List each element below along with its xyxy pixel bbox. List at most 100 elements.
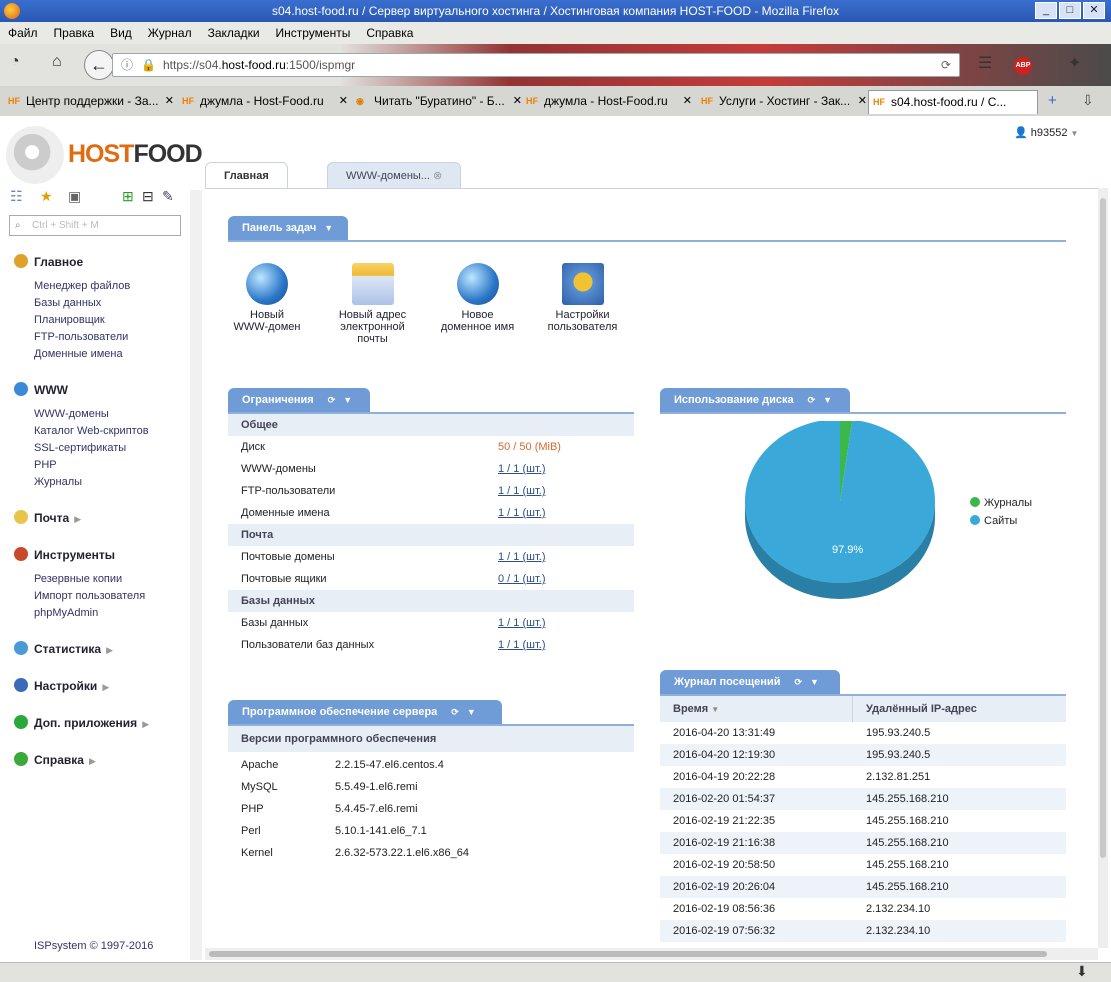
limit-value[interactable]: 1 / 1 (шт.) — [498, 546, 546, 568]
limit-value[interactable]: 0 / 1 (шт.) — [498, 568, 546, 590]
user-menu[interactable]: 👤 h93552 ▼ — [1014, 126, 1078, 139]
sidebar-group[interactable]: Статистика ▶ — [14, 641, 113, 656]
sidebar-item[interactable]: Журналы — [34, 476, 82, 488]
limit-value[interactable]: 1 / 1 (шт.) — [498, 458, 546, 480]
sidebar-item[interactable]: Доменные имена — [34, 348, 123, 360]
refresh-icon[interactable]: ⟳ — [808, 395, 816, 405]
close-tab-icon[interactable]: ✕ — [683, 90, 692, 112]
refresh-icon[interactable]: ⟳ — [451, 707, 459, 717]
table-row[interactable]: 2016-02-19 20:58:50 145.255.168.210 — [660, 854, 1066, 876]
sidebar-item[interactable]: Резервные копии — [34, 573, 122, 585]
reload-icon[interactable]: ⟳ — [941, 54, 951, 76]
pin-icon[interactable]: ✎ — [162, 188, 174, 205]
scroll-thumb[interactable] — [209, 951, 1047, 957]
tab-list-icon[interactable]: ⇩ — [1082, 92, 1094, 109]
table-row[interactable]: 2016-02-19 21:16:38 145.255.168.210 — [660, 832, 1066, 854]
dropdown-icon[interactable]: ▼ — [467, 707, 476, 717]
address-bar[interactable]: ⓘ 🔒 https://s04.host-food.ru:1500/ispmgr… — [112, 53, 960, 77]
task-globe[interactable]: Новый WWW-домен — [223, 263, 311, 333]
sidebar-group[interactable]: Почта ▶ — [14, 510, 81, 525]
close-window-button[interactable]: ✕ — [1083, 2, 1105, 19]
table-row[interactable]: 2016-02-19 07:56:32 2.132.234.10 — [660, 920, 1066, 942]
table-row[interactable]: 2016-02-20 01:54:37 145.255.168.210 — [660, 788, 1066, 810]
col-time-header[interactable]: Время ▼ — [660, 696, 853, 722]
table-row[interactable]: 2016-04-20 13:31:49 195.93.240.5 — [660, 722, 1066, 744]
disk-title[interactable]: Использование диска ⟳ ▼ — [660, 388, 850, 412]
menu-item[interactable]: Закладки — [200, 22, 268, 44]
content-scrollbar[interactable] — [1098, 188, 1108, 948]
scroll-thumb[interactable] — [1100, 198, 1106, 858]
sidebar-item[interactable]: FTP-пользователи — [34, 331, 128, 343]
download-icon[interactable]: ⬇ — [1076, 963, 1088, 980]
table-row[interactable]: 2016-02-19 20:26:04 145.255.168.210 — [660, 876, 1066, 898]
browser-tab[interactable]: HF джумла - Host-Food.ru ✕ — [522, 90, 692, 114]
limit-value[interactable]: 1 / 1 (шт.) — [498, 502, 546, 524]
table-row[interactable]: 2016-02-19 21:22:35 145.255.168.210 — [660, 810, 1066, 832]
table-row[interactable]: 2016-04-19 20:22:28 2.132.81.251 — [660, 766, 1066, 788]
expand-all-icon[interactable]: ⊞ — [122, 188, 134, 205]
browser-tab[interactable]: HF s04.host-food.ru / С... — [868, 90, 1038, 114]
tab-www-domains[interactable]: WWW-домены... ⊗ — [327, 162, 462, 188]
tab-main[interactable]: Главная — [205, 162, 288, 188]
sidebar-group[interactable]: Главное — [14, 254, 83, 269]
close-tab-icon[interactable]: ✕ — [513, 90, 522, 112]
menu-item[interactable]: Журнал — [140, 22, 200, 44]
browser-tab[interactable]: HF Центр поддержки - За... ✕ — [4, 90, 174, 114]
sidebar-item[interactable]: Базы данных — [34, 297, 101, 309]
limit-value[interactable]: 1 / 1 (шт.) — [498, 612, 546, 634]
task-globe-tag[interactable]: Новое доменное имя — [430, 263, 525, 333]
col-ip-header[interactable]: Удалённый IP-адрес — [853, 696, 1066, 722]
limits-title[interactable]: Ограничения ⟳ ▼ — [228, 388, 370, 412]
sidebar-scrollbar[interactable] — [190, 190, 202, 960]
sidebar-item[interactable]: Планировщик — [34, 314, 105, 326]
sidebar-item[interactable]: phpMyAdmin — [34, 607, 98, 619]
menu-item[interactable]: Вид — [102, 22, 140, 44]
sidebar-group[interactable]: Настройки ▶ — [14, 678, 109, 693]
browser-tab[interactable]: ◉ Читать "Буратино" - Б... ✕ — [352, 90, 522, 114]
sidebar-group[interactable]: Справка ▶ — [14, 752, 96, 767]
sidebar-item[interactable]: Каталог Web-скриптов — [34, 425, 149, 437]
hamburger-menu-icon[interactable]: ☰ — [978, 53, 992, 73]
dropdown-icon[interactable]: ▼ — [823, 395, 832, 405]
task-mail[interactable]: Новый адрес электронной почты — [325, 263, 420, 345]
sidebar-item[interactable]: Менеджер файлов — [34, 280, 130, 292]
tab-close-icon[interactable]: ⊗ — [433, 170, 442, 182]
history-icon[interactable]: ◔ — [10, 53, 20, 71]
tree-icon[interactable]: ☷ — [10, 188, 23, 205]
extension-icon[interactable]: ✦ — [1068, 53, 1081, 73]
table-row[interactable]: 2016-02-19 08:56:36 2.132.234.10 — [660, 898, 1066, 920]
menu-item[interactable]: Правка — [46, 22, 103, 44]
maximize-button[interactable]: □ — [1059, 2, 1081, 19]
software-title[interactable]: Программное обеспечение сервера ⟳ ▼ — [228, 700, 502, 724]
taskpanel-title[interactable]: Панель задач ▼ — [228, 216, 348, 240]
task-settings[interactable]: Настройки пользователя — [535, 263, 630, 333]
sidebar-group[interactable]: Доп. приложения ▶ — [14, 715, 149, 730]
close-tab-icon[interactable]: ✕ — [165, 90, 174, 112]
limit-value[interactable]: 1 / 1 (шт.) — [498, 634, 546, 656]
close-tab-icon[interactable]: ✕ — [339, 90, 348, 112]
sidebar-item[interactable]: Импорт пользователя — [34, 590, 145, 602]
browser-tab[interactable]: HF Услуги - Хостинг - Зак... ✕ — [697, 90, 867, 114]
browser-tab[interactable]: HF джумла - Host-Food.ru ✕ — [178, 90, 348, 114]
refresh-icon[interactable]: ⟳ — [328, 395, 336, 405]
menu-item[interactable]: Инструменты — [268, 22, 359, 44]
refresh-icon[interactable]: ⟳ — [794, 677, 802, 687]
star-icon[interactable]: ★ — [40, 188, 53, 205]
minimize-button[interactable]: _ — [1035, 2, 1057, 19]
adblock-icon[interactable]: ABP — [1014, 57, 1032, 75]
back-button[interactable]: ← — [84, 50, 114, 80]
briefcase-icon[interactable]: ▣ — [68, 188, 81, 205]
new-tab-icon[interactable]: + — [1048, 92, 1057, 109]
table-row[interactable]: 2016-04-20 12:19:30 195.93.240.5 — [660, 744, 1066, 766]
close-tab-icon[interactable]: ✕ — [858, 90, 867, 112]
dropdown-icon[interactable]: ▼ — [324, 223, 333, 233]
info-icon[interactable]: ⓘ — [121, 54, 133, 76]
home-icon[interactable]: ⌂ — [52, 53, 62, 71]
visits-title[interactable]: Журнал посещений ⟳ ▼ — [660, 670, 840, 694]
sidebar-item[interactable]: PHP — [34, 459, 57, 471]
menu-item[interactable]: Справка — [358, 22, 421, 44]
sort-icon[interactable]: ▼ — [711, 705, 719, 714]
sidebar-item[interactable]: SSL-сертификаты — [34, 442, 126, 454]
sidebar-group[interactable]: Инструменты — [14, 547, 115, 562]
sidebar-item[interactable]: WWW-домены — [34, 408, 109, 420]
